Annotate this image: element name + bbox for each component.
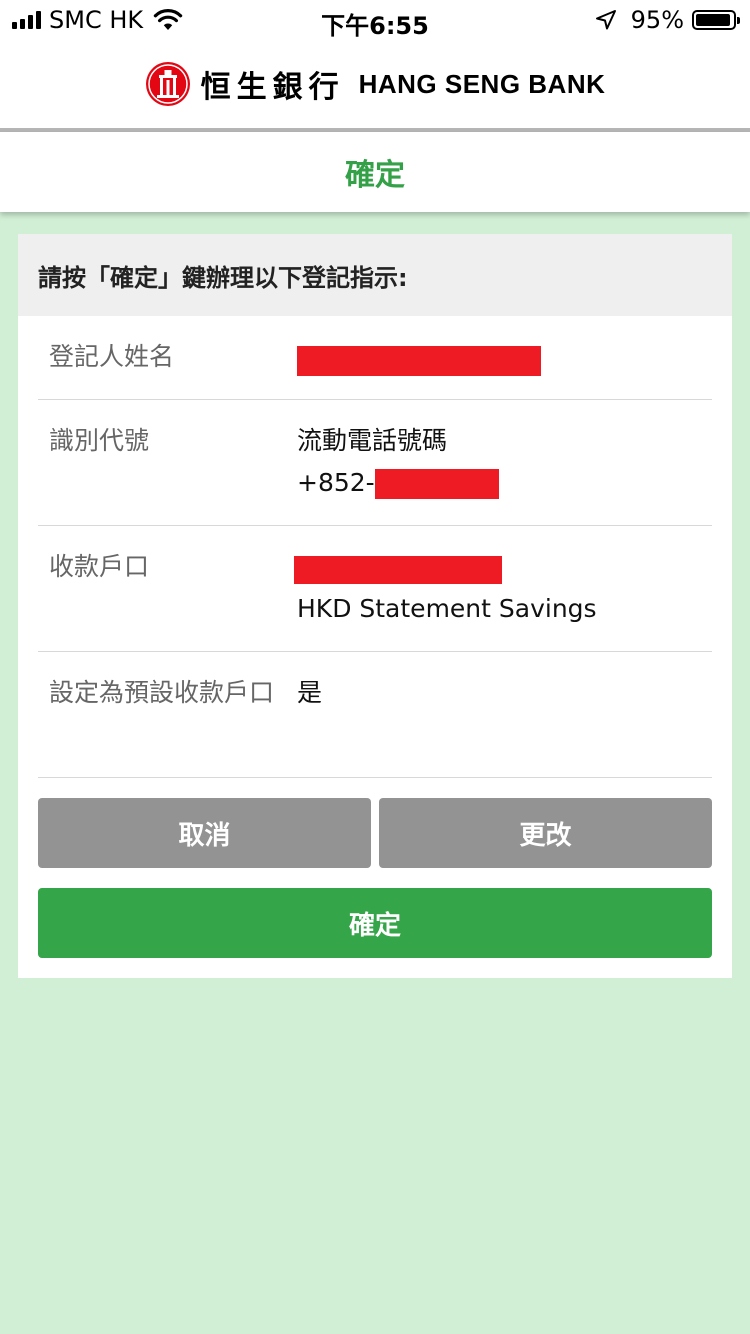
secondary-buttons: 取消 更改 (38, 798, 712, 868)
brand-english-name: HANG SENG BANK (358, 68, 606, 99)
receiving-account-value: HKD Statement Savings (294, 546, 597, 630)
hang-seng-logo-icon (145, 62, 190, 106)
identifier-number: +852- (297, 462, 499, 504)
redaction-mark (294, 556, 502, 584)
redaction-mark (374, 469, 499, 499)
title-bar: 確定 (0, 132, 750, 212)
identifier-value: 流動電話號碼 +852- (297, 420, 499, 504)
row-receiving-account: 收款戶口 HKD Statement Savings (38, 526, 712, 652)
brand-chinese-name: 恒生銀行 (200, 70, 345, 105)
receiving-account-label: 收款戶口 (49, 552, 150, 581)
status-right: 95% (595, 6, 740, 34)
confirmation-card: 請按「確定」鍵辦理以下登記指示: 登記人姓名 識別代號 流動電話號碼 +852-… (18, 234, 732, 978)
page-title: 確定 (345, 158, 405, 193)
instruction-bar: 請按「確定」鍵辦理以下登記指示: (18, 234, 732, 316)
cancel-button[interactable]: 取消 (38, 798, 371, 868)
identifier-type: 流動電話號碼 (297, 426, 448, 455)
redaction-mark (297, 346, 541, 376)
confirm-button[interactable]: 確定 (38, 888, 712, 958)
battery-icon (692, 10, 740, 30)
phone-prefix: +852- (297, 468, 375, 497)
row-identifier: 識別代號 流動電話號碼 +852- (38, 400, 712, 526)
default-account-label: 設定為預設收款戶口 (49, 678, 275, 707)
instruction-text: 請按「確定」鍵辦理以下登記指示: (38, 263, 408, 292)
battery-fill (696, 14, 730, 26)
location-arrow-icon (595, 10, 616, 30)
battery-percent: 95% (630, 6, 684, 34)
registrant-name-value (297, 336, 541, 378)
identifier-label: 識別代號 (49, 426, 150, 455)
registrant-name-label: 登記人姓名 (49, 342, 175, 371)
account-number (294, 546, 597, 588)
change-button[interactable]: 更改 (379, 798, 712, 868)
row-registrant-name: 登記人姓名 (38, 316, 712, 400)
account-type: HKD Statement Savings (297, 594, 597, 623)
row-default-account: 設定為預設收款戶口 是 (38, 652, 712, 778)
default-account-value: 是 (297, 678, 323, 707)
status-bar: SMC HK 下午6:55 95% (0, 0, 750, 40)
brand-header: 恒生銀行 HANG SENG BANK (0, 40, 750, 128)
